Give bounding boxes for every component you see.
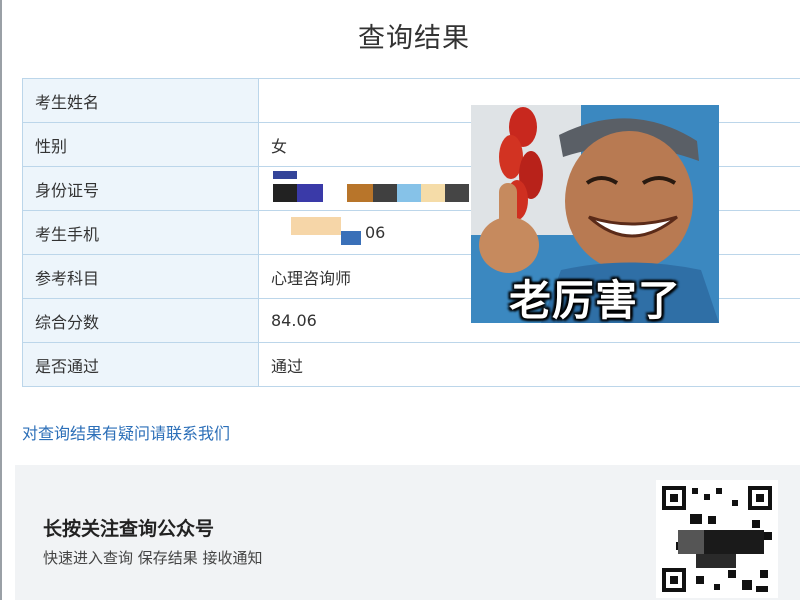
meme-image: 老厉害了 <box>471 105 719 323</box>
row-label-id: 身份证号 <box>22 166 259 211</box>
row-label-subject: 参考科目 <box>22 254 259 299</box>
meme-caption: 老厉害了 <box>508 276 681 323</box>
page-title: 查询结果 <box>358 23 470 54</box>
redaction-pixel <box>347 184 373 202</box>
redaction-pixel <box>445 184 469 202</box>
row-label-score: 综合分数 <box>22 298 259 343</box>
left-divider <box>0 0 2 600</box>
redaction-pixel <box>373 184 397 202</box>
redaction-pixel <box>273 171 297 179</box>
redaction-mask <box>265 89 325 113</box>
table-row: 是否通过 通过 <box>22 342 800 387</box>
redaction-pixel <box>397 184 421 202</box>
redaction-pixel <box>291 217 341 235</box>
redaction-pixel <box>297 184 323 202</box>
redaction-pixel <box>273 184 297 202</box>
row-label-pass: 是否通过 <box>22 342 259 387</box>
follow-subtitle: 快速进入查询 保存结果 接收通知 <box>43 549 263 567</box>
row-label-name: 考生姓名 <box>22 78 259 123</box>
row-label-phone: 考生手机 <box>22 210 259 255</box>
redaction-pixel <box>341 231 361 245</box>
follow-title: 长按关注查询公众号 <box>43 518 215 540</box>
qr-code-graphic <box>656 480 778 598</box>
query-result-page: 查询结果 考生姓名 性别 女 身份证号 考生手机 06 参考科目 心理咨询师 综… <box>0 0 800 600</box>
row-value-pass: 通过 <box>258 342 800 387</box>
row-label-gender: 性别 <box>22 122 259 167</box>
qr-code-icon[interactable] <box>656 480 778 598</box>
contact-us-link[interactable]: 对查询结果有疑问请联系我们 <box>22 420 230 444</box>
phone-value: 06 <box>365 223 386 242</box>
redaction-pixel <box>421 184 445 202</box>
follow-account-panel: 长按关注查询公众号 快速进入查询 保存结果 接收通知 <box>15 465 800 600</box>
